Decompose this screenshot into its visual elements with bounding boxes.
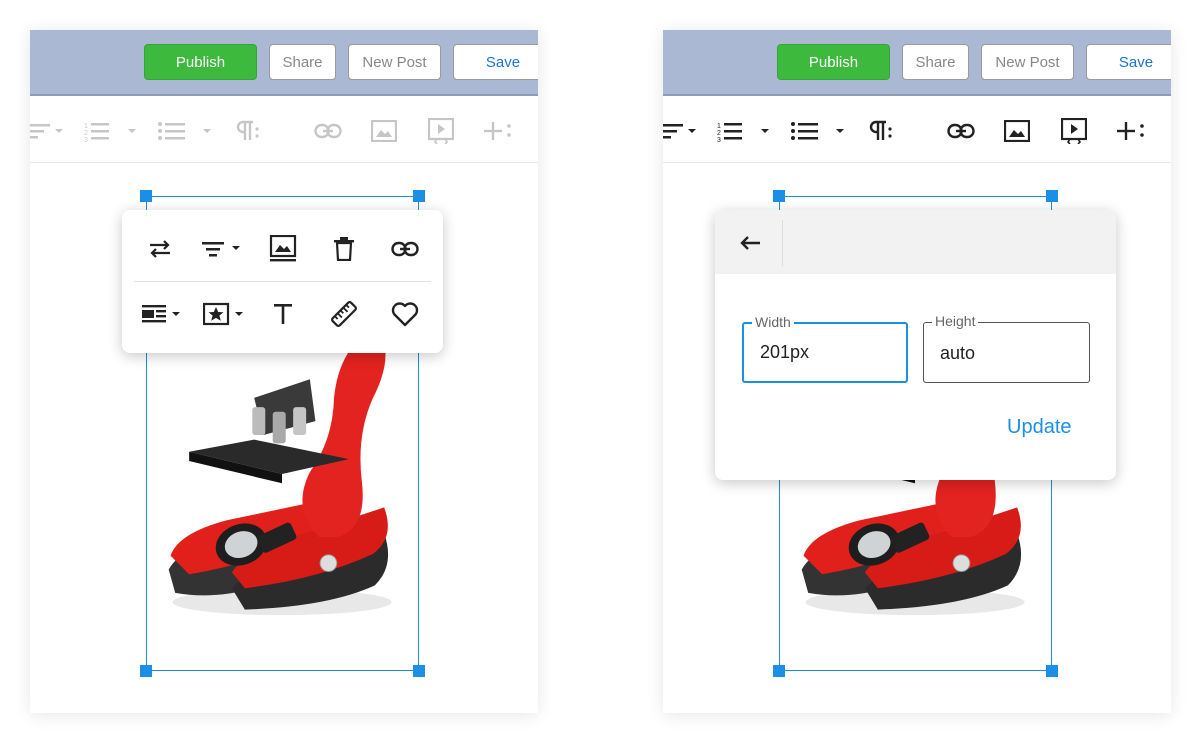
- align-icon[interactable]: [30, 118, 66, 144]
- new-post-button[interactable]: New Post: [981, 44, 1074, 80]
- ordered-list-icon[interactable]: 123: [717, 118, 771, 144]
- svg-text:2: 2: [84, 130, 88, 137]
- svg-text:2: 2: [717, 130, 721, 137]
- header-divider: [782, 220, 783, 266]
- image-icon[interactable]: [1004, 118, 1030, 144]
- height-value: auto: [940, 343, 976, 363]
- align-icon[interactable]: [663, 118, 699, 144]
- link-icon[interactable]: [947, 118, 975, 144]
- share-button[interactable]: Share: [902, 44, 969, 80]
- save-button[interactable]: Save: [453, 44, 538, 80]
- arrow-left-icon[interactable]: [727, 220, 773, 266]
- share-button[interactable]: Share: [269, 44, 336, 80]
- unordered-list-icon[interactable]: [791, 118, 847, 144]
- width-label: Width: [752, 314, 794, 330]
- width-field[interactable]: Width 201px: [742, 314, 908, 383]
- height-field[interactable]: Height auto: [923, 313, 1090, 383]
- resize-handle-top-right[interactable]: [1046, 190, 1058, 202]
- replace-icon[interactable]: [138, 227, 182, 271]
- paragraph-icon[interactable]: [233, 118, 259, 144]
- width-value: 201px: [760, 342, 810, 362]
- style-icon[interactable]: [202, 292, 246, 336]
- ruler-icon[interactable]: [322, 292, 366, 336]
- resize-handle-top-right[interactable]: [413, 190, 425, 202]
- trash-icon[interactable]: [322, 227, 366, 271]
- add-more-icon[interactable]: [1117, 118, 1145, 144]
- publish-button[interactable]: Publish: [777, 44, 890, 80]
- image-icon[interactable]: [371, 118, 397, 144]
- resize-handle-top-left[interactable]: [140, 190, 152, 202]
- image-size-popup: Width 201px Height auto Update: [715, 210, 1116, 480]
- svg-text:3: 3: [717, 137, 721, 142]
- resize-handle-top-left[interactable]: [773, 190, 785, 202]
- editor-header: Publish Share New Post Save: [663, 30, 1171, 96]
- resize-handle-bottom-left[interactable]: [773, 665, 785, 677]
- image-alt-icon[interactable]: [261, 227, 305, 271]
- add-more-icon[interactable]: [484, 118, 512, 144]
- resize-handle-bottom-right[interactable]: [413, 665, 425, 677]
- video-icon[interactable]: [428, 118, 454, 144]
- heart-icon[interactable]: [383, 292, 427, 336]
- svg-text:1: 1: [84, 123, 88, 130]
- editor-header: Publish Share New Post Save: [30, 30, 538, 96]
- toolbar-divider: [134, 281, 431, 282]
- update-button[interactable]: Update: [1007, 416, 1072, 439]
- resize-handle-bottom-left[interactable]: [140, 665, 152, 677]
- display-icon[interactable]: [140, 292, 184, 336]
- align-icon[interactable]: [200, 227, 244, 271]
- height-label: Height: [932, 313, 979, 329]
- image-toolbar-popup: [122, 210, 443, 353]
- svg-text:1: 1: [717, 123, 721, 130]
- link-icon[interactable]: [383, 227, 427, 271]
- save-button[interactable]: Save: [1086, 44, 1171, 80]
- resize-handle-bottom-right[interactable]: [1046, 665, 1058, 677]
- new-post-button[interactable]: New Post: [348, 44, 441, 80]
- svg-text:3: 3: [84, 137, 88, 142]
- unordered-list-icon[interactable]: [158, 118, 214, 144]
- paragraph-icon[interactable]: [866, 118, 892, 144]
- editor-panel-right: Publish Share New Post Save 123 Width 20…: [663, 30, 1171, 713]
- ordered-list-icon[interactable]: 123: [84, 118, 138, 144]
- editor-panel-left: Publish Share New Post Save 123: [30, 30, 538, 713]
- video-icon[interactable]: [1061, 118, 1087, 144]
- alt-text-icon[interactable]: [261, 292, 305, 336]
- publish-button[interactable]: Publish: [144, 44, 257, 80]
- link-icon[interactable]: [314, 118, 342, 144]
- popup-header: [715, 210, 1116, 274]
